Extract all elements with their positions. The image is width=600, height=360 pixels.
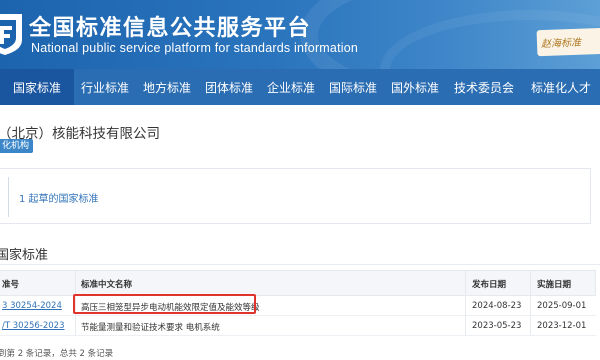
nav-item-international-standards[interactable]: 国际标准 xyxy=(322,69,384,105)
calligraphy-logo: 赵海标准 xyxy=(536,27,600,57)
drafted-standards-link[interactable]: 1 起草的国家标准 xyxy=(19,190,99,205)
drafted-standards-panel: 1 起草的国家标准 xyxy=(0,168,591,224)
site-title: 全国标准信息公共服务平台 xyxy=(29,16,312,41)
nav-item-industry-standards[interactable]: 行业标准 xyxy=(74,69,136,105)
column-divider xyxy=(465,296,466,315)
table-row[interactable]: /T 30256-2023 节能量测量和验证技术要求 电机系统 2023-05-… xyxy=(0,316,596,336)
column-divider xyxy=(75,316,76,335)
nav-item-technical-committee[interactable]: 技术委员会 xyxy=(446,69,522,105)
column-divider xyxy=(530,271,531,295)
section-title: 国家标准 xyxy=(0,248,49,263)
nav-item-local-standards[interactable]: 地方标准 xyxy=(136,69,198,105)
column-divider xyxy=(465,316,466,335)
nav-item-standardization-talent[interactable]: 标准化人才 xyxy=(522,69,600,105)
nav-item-national-standards[interactable]: 国家标准 xyxy=(0,69,74,105)
standard-name: 节能量测量和验证技术要求 电机系统 xyxy=(81,323,220,333)
publish-date: 2023-05-23 xyxy=(472,321,522,331)
site-subtitle: National public service platform for sta… xyxy=(31,41,359,55)
logo-icon[interactable] xyxy=(0,10,24,56)
header-standard-code: 准号 xyxy=(2,280,20,290)
header-publish-date: 发布日期 xyxy=(472,280,507,290)
pagination-summary: 到第 2 条记录，总共 2 条记录 xyxy=(0,349,114,359)
highlight-annotation-box xyxy=(73,294,256,314)
column-divider xyxy=(530,316,531,335)
org-type-badge: 化机构 xyxy=(0,139,34,153)
header-standard-name: 标准中文名称 xyxy=(81,280,133,290)
standard-code-link[interactable]: 3 30254-2024 xyxy=(2,301,62,311)
standard-code-link[interactable]: /T 30256-2023 xyxy=(2,321,65,331)
publish-date: 2024-08-23 xyxy=(472,301,522,311)
column-divider xyxy=(530,296,531,315)
column-divider xyxy=(75,271,76,295)
table-header: 准号 标准中文名称 发布日期 实施日期 xyxy=(0,270,596,296)
main-nav: 国家标准 行业标准 地方标准 团体标准 企业标准 国际标准 国外标准 技术委员会… xyxy=(0,69,600,105)
header-implement-date: 实施日期 xyxy=(537,280,572,290)
nav-item-group-standards[interactable]: 团体标准 xyxy=(198,69,260,105)
nav-item-foreign-standards[interactable]: 国外标准 xyxy=(384,69,446,105)
implement-date: 2025-09-01 xyxy=(537,301,587,311)
implement-date: 2023-12-01 xyxy=(537,321,587,331)
section-divider xyxy=(0,264,600,265)
column-divider xyxy=(465,271,466,295)
nav-item-enterprise-standards[interactable]: 企业标准 xyxy=(260,69,322,105)
header-banner: 全国标准信息公共服务平台 National public service pla… xyxy=(0,0,600,69)
panel-divider xyxy=(8,177,9,217)
